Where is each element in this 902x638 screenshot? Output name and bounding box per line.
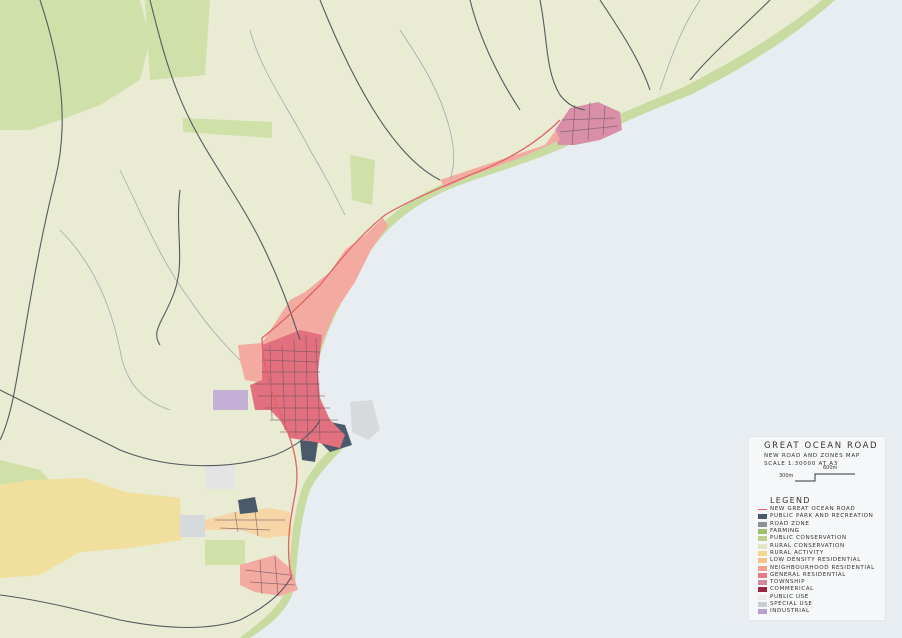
- legend-swatch: [758, 514, 767, 520]
- legend-item: RURAL CONSERVATION: [758, 542, 875, 549]
- legend-swatch: [758, 558, 767, 564]
- legend-item: COMMERICAL: [758, 586, 875, 593]
- legend-swatch: [758, 594, 767, 600]
- legend-label: ROAD ZONE: [770, 520, 810, 527]
- public-use-zone: [205, 465, 235, 489]
- legend-swatch: [758, 536, 767, 542]
- legend-swatch: [758, 543, 767, 549]
- public-park-zone: [300, 440, 318, 462]
- scale-bar-label-600: 600m: [823, 465, 838, 471]
- legend-item: TOWNSHIP: [758, 579, 875, 586]
- legend-label: NEW GREAT OCEAN ROAD: [770, 506, 856, 513]
- map-subtitle-block: NEW ROAD AND ZONES MAP SCALE 1:30000 AT …: [764, 452, 860, 468]
- legend-label: COMMERICAL: [770, 586, 814, 593]
- legend-item: FARMING: [758, 528, 875, 535]
- legend-item: NEIGHBOURHOOD RESIDENTIAL: [758, 564, 875, 571]
- public-conservation-zone: [350, 155, 375, 205]
- special-use-zone: [180, 515, 205, 537]
- legend-list: NEW GREAT OCEAN ROAD PUBLIC PARK AND RECR…: [758, 506, 875, 615]
- legend-item: ROAD ZONE: [758, 521, 875, 528]
- legend-label: PUBLIC USE: [770, 593, 809, 600]
- legend-label: LOW DENSITY RESIDENTIAL: [770, 557, 861, 564]
- legend-item: PUBLIC PARK AND RECREATION: [758, 513, 875, 520]
- legend-label: TOWNSHIP: [770, 579, 806, 586]
- legend-swatch: [758, 602, 767, 607]
- legend-item: NEW GREAT OCEAN ROAD: [758, 506, 875, 513]
- legend-label: RURAL CONSERVATION: [770, 542, 845, 549]
- legend-item: PUBLIC CONSERVATION: [758, 535, 875, 542]
- legend-swatch: [758, 550, 767, 556]
- map-legend: GREAT OCEAN ROAD NEW ROAD AND ZONES MAP …: [749, 437, 885, 620]
- legend-label: INDUSTRIAL: [770, 608, 810, 615]
- legend-swatch: [758, 521, 767, 527]
- public-conservation-zone: [205, 540, 245, 565]
- map-scale-text: SCALE 1:30000 AT A3: [764, 461, 839, 467]
- legend-label: PUBLIC PARK AND RECREATION: [770, 513, 874, 520]
- legend-label: NEIGHBOURHOOD RESIDENTIAL: [770, 564, 875, 571]
- legend-item: RURAL ACTIVITY: [758, 550, 875, 557]
- legend-item: GENERAL RESIDENTIAL: [758, 572, 875, 579]
- legend-swatch: [758, 587, 767, 593]
- legend-item: LOW DENSITY RESIDENTIAL: [758, 557, 875, 564]
- legend-item: PUBLIC USE: [758, 594, 875, 601]
- scale-bar-label-300: 300m: [779, 473, 794, 479]
- legend-item: INDUSTRIAL: [758, 608, 875, 615]
- legend-swatch: [758, 609, 767, 615]
- public-conservation-zone: [145, 0, 210, 80]
- legend-item: SPECIAL USE: [758, 601, 875, 608]
- legend-swatch: [758, 572, 767, 578]
- legend-swatch: [758, 565, 767, 571]
- legend-label: SPECIAL USE: [770, 601, 813, 607]
- legend-label: RURAL ACTIVITY: [770, 549, 824, 556]
- legend-label: FARMING: [770, 528, 800, 535]
- legend-swatch: [758, 508, 767, 511]
- map-title: GREAT OCEAN ROAD: [764, 441, 879, 451]
- legend-swatch: [758, 529, 767, 535]
- industrial-zone: [213, 390, 248, 410]
- legend-label: GENERAL RESIDENTIAL: [770, 571, 847, 578]
- scale-bar: 300m 600m: [779, 465, 859, 485]
- legend-heading: LEGEND: [770, 496, 811, 505]
- legend-label: PUBLIC CONSERVATION: [770, 535, 847, 542]
- legend-swatch: [758, 580, 767, 586]
- map-subtitle: NEW ROAD AND ZONES MAP: [764, 453, 860, 459]
